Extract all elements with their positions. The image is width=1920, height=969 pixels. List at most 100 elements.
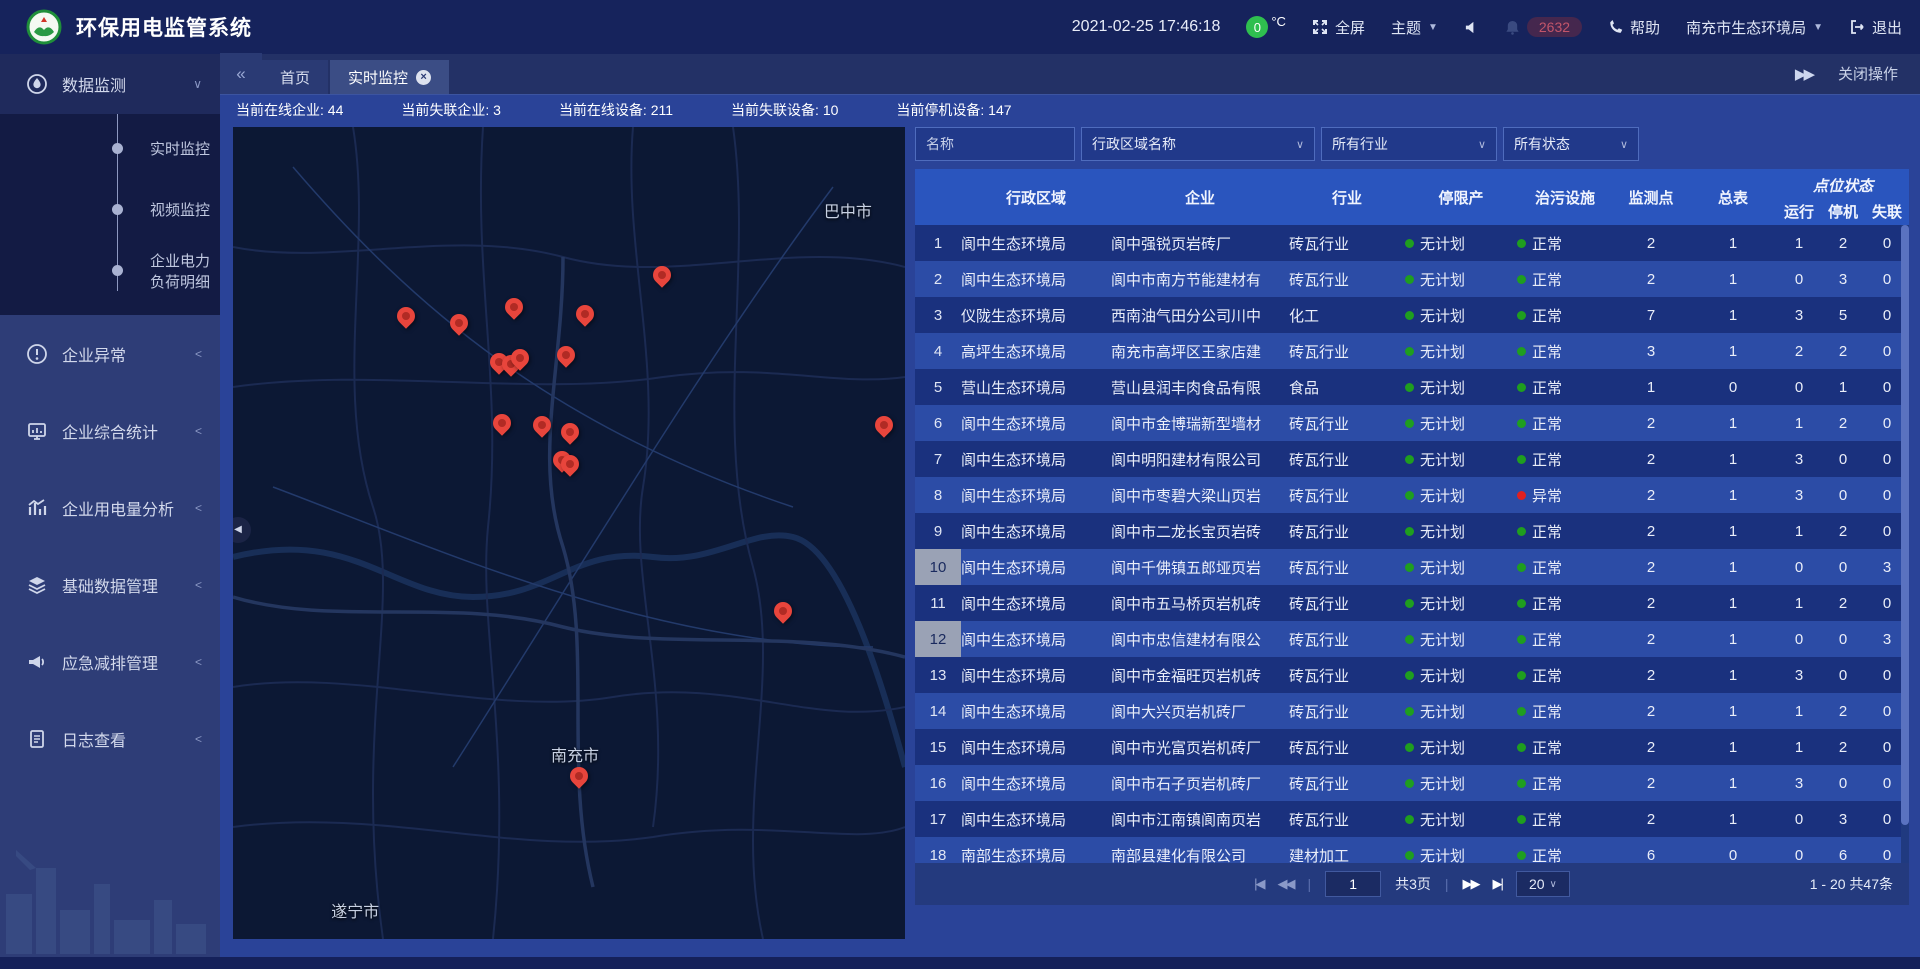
page-input[interactable] xyxy=(1325,871,1381,897)
cell-facility-status: 正常 xyxy=(1517,765,1613,801)
table-row[interactable]: 14阆中生态环境局阆中大兴页岩机砖厂砖瓦行业无计划正常21120 xyxy=(915,693,1909,729)
help-button[interactable]: 帮助 xyxy=(1608,17,1660,38)
notifications-button[interactable]: 2632 xyxy=(1505,17,1582,37)
cell-company: 阆中市忠信建材有限公 xyxy=(1111,621,1289,657)
prev-page-icon[interactable]: ◀◀ xyxy=(1277,876,1293,892)
fullscreen-button[interactable]: 全屏 xyxy=(1312,17,1365,38)
tabs-scroll-right-icon[interactable]: ▶▶ xyxy=(1795,65,1812,83)
cell-industry: 砖瓦行业 xyxy=(1289,405,1405,441)
cell-run-count: 1 xyxy=(1777,225,1821,261)
table-row[interactable]: 3仪陇生态环境局西南油气田分公司川中化工无计划正常71350 xyxy=(915,297,1909,333)
theme-label: 主题 xyxy=(1391,17,1421,38)
fullscreen-icon xyxy=(1312,19,1328,35)
sidebar-subitem-2[interactable]: 企业电力负荷明细 xyxy=(0,240,220,301)
cell-industry: 砖瓦行业 xyxy=(1289,693,1405,729)
cell-run-count: 2 xyxy=(1777,333,1821,369)
table-row[interactable]: 18南部生态环境局南部县建化有限公司建材加工无计划正常60060 xyxy=(915,837,1909,863)
table-row[interactable]: 4高坪生态环境局南充市高坪区王家店建砖瓦行业无计划正常31220 xyxy=(915,333,1909,369)
cell-run-count: 0 xyxy=(1777,261,1821,297)
sidebar-item-3[interactable]: 企业用电量分析 < xyxy=(0,469,220,546)
sidebar-item-2[interactable]: 企业综合统计< xyxy=(0,392,220,469)
sidebar-group-expanded: 数据监测∨实时监控视频监控企业电力负荷明细 xyxy=(0,54,220,315)
sidebar-item-4[interactable]: 基础数据管理< xyxy=(0,546,220,623)
cell-facility-status: 正常 xyxy=(1517,657,1613,693)
cell-region: 阆中生态环境局 xyxy=(961,585,1111,621)
cell-stop-status: 无计划 xyxy=(1405,225,1517,261)
region-filter-select[interactable]: 行政区域名称 ∨ xyxy=(1081,127,1315,161)
sidebar-subitem-0[interactable]: 实时监控 xyxy=(0,118,220,179)
cell-facility-status: 正常 xyxy=(1517,549,1613,585)
facility-status-label: 正常 xyxy=(1532,449,1562,470)
table-row[interactable]: 7阆中生态环境局阆中明阳建材有限公司砖瓦行业无计划正常21300 xyxy=(915,441,1909,477)
table-row[interactable]: 10阆中生态环境局阆中千佛镇五郎垭页岩砖瓦行业无计划正常21003 xyxy=(915,549,1909,585)
sound-toggle-button[interactable] xyxy=(1464,20,1479,35)
stats-window-icon xyxy=(26,420,48,442)
cell-stopped-count: 1 xyxy=(1821,369,1865,405)
cell-stopped-count: 6 xyxy=(1821,837,1865,863)
name-filter-input[interactable] xyxy=(915,127,1075,161)
sidebar-item-5[interactable]: 应急减排管理< xyxy=(0,623,220,700)
table-row[interactable]: 12阆中生态环境局阆中市忠信建材有限公砖瓦行业无计划正常21003 xyxy=(915,621,1909,657)
next-page-icon[interactable]: ▶▶ xyxy=(1463,876,1479,892)
table-row[interactable]: 8阆中生态环境局阆中市枣碧大梁山页岩砖瓦行业无计划异常21300 xyxy=(915,477,1909,513)
table-row[interactable]: 13阆中生态环境局阆中市金福旺页岩机砖砖瓦行业无计划正常21300 xyxy=(915,657,1909,693)
table-row[interactable]: 15阆中生态环境局阆中市光富页岩机砖厂砖瓦行业无计划正常21120 xyxy=(915,729,1909,765)
table-body: 1阆中生态环境局阆中强锐页岩砖厂砖瓦行业无计划正常211202阆中生态环境局阆中… xyxy=(915,225,1909,863)
cell-index: 12 xyxy=(915,621,961,657)
table-row[interactable]: 9阆中生态环境局阆中市二龙长宝页岩砖砖瓦行业无计划正常21120 xyxy=(915,513,1909,549)
chevron-down-icon: ▼ xyxy=(1813,22,1823,33)
last-page-icon[interactable]: ▶| xyxy=(1493,876,1502,892)
cell-company: 阆中市江南镇阆南页岩 xyxy=(1111,801,1289,837)
cell-stop-status: 无计划 xyxy=(1405,729,1517,765)
table-row[interactable]: 5营山生态环境局营山县润丰肉食品有限食品无计划正常10010 xyxy=(915,369,1909,405)
first-page-icon[interactable]: |◀ xyxy=(1254,876,1263,892)
cell-region: 阆中生态环境局 xyxy=(961,441,1111,477)
table-row[interactable]: 1阆中生态环境局阆中强锐页岩砖厂砖瓦行业无计划正常21120 xyxy=(915,225,1909,261)
cell-index: 5 xyxy=(915,369,961,405)
scrollbar-thumb[interactable] xyxy=(1901,225,1909,825)
org-dropdown[interactable]: 南充市生态环境局 ▼ xyxy=(1686,17,1823,38)
close-operations-button[interactable]: 关闭操作 xyxy=(1838,63,1898,84)
logout-button[interactable]: 退出 xyxy=(1849,17,1902,38)
cell-monitor-count: 2 xyxy=(1613,261,1689,297)
cell-stopped-count: 2 xyxy=(1821,693,1865,729)
table-row[interactable]: 2阆中生态环境局阆中市南方节能建材有砖瓦行业无计划正常21030 xyxy=(915,261,1909,297)
status-dot-green-icon xyxy=(1405,527,1414,536)
table-row[interactable]: 11阆中生态环境局阆中市五马桥页岩机砖砖瓦行业无计划正常21120 xyxy=(915,585,1909,621)
status-dot-green-icon xyxy=(1405,779,1414,788)
close-icon[interactable]: × xyxy=(416,70,431,85)
sidebar-item-6[interactable]: 日志查看< xyxy=(0,700,220,777)
sidebar-item-0[interactable]: 数据监测∨ xyxy=(0,54,220,114)
cell-facility-status: 正常 xyxy=(1517,225,1613,261)
cell-index: 6 xyxy=(915,405,961,441)
map-panel[interactable]: ◀ 巴中市南充市遂宁市 xyxy=(233,127,905,939)
table-row[interactable]: 17阆中生态环境局阆中市江南镇阆南页岩砖瓦行业无计划正常21030 xyxy=(915,801,1909,837)
cell-stop-status: 无计划 xyxy=(1405,441,1517,477)
chevron-down-icon: ▼ xyxy=(1428,22,1438,33)
industry-filter-select[interactable]: 所有行业 ∨ xyxy=(1321,127,1497,161)
status-dot-green-icon xyxy=(1517,347,1526,356)
table-row[interactable]: 16阆中生态环境局阆中市石子页岩机砖厂砖瓦行业无计划正常21300 xyxy=(915,765,1909,801)
page-size-select[interactable]: 20 ∨ xyxy=(1516,871,1570,897)
status-dot-green-icon xyxy=(1517,743,1526,752)
theme-dropdown[interactable]: 主题 ▼ xyxy=(1391,17,1438,38)
sidebar-item-1[interactable]: 企业异常< xyxy=(0,315,220,392)
chevron-down-icon: ∨ xyxy=(1550,879,1557,890)
status-dot-green-icon xyxy=(1405,383,1414,392)
table-row[interactable]: 6阆中生态环境局阆中市金博瑞新型墙材砖瓦行业无计划正常21120 xyxy=(915,405,1909,441)
tab-1[interactable]: 实时监控× xyxy=(330,60,449,94)
timeline-dot-icon xyxy=(112,143,123,154)
city-label: 遂宁市 xyxy=(331,898,379,922)
stat-item-4: 当前停机设备: 147 xyxy=(896,100,1011,120)
status-filter-select[interactable]: 所有状态 ∨ xyxy=(1503,127,1639,161)
sidebar-item-label: 企业用电量分析 xyxy=(62,496,174,520)
cell-index: 2 xyxy=(915,261,961,297)
tabs-scroll-left-button[interactable]: « xyxy=(220,53,262,94)
table-panel: 行政区域名称 ∨ 所有行业 ∨ 所有状态 ∨ xyxy=(915,127,1909,939)
cell-company: 阆中千佛镇五郎垭页岩 xyxy=(1111,549,1289,585)
cell-meter-count: 1 xyxy=(1689,765,1777,801)
tab-0[interactable]: 首页 xyxy=(262,60,328,94)
chevron-left-icon: < xyxy=(195,501,202,515)
sidebar-subitem-1[interactable]: 视频监控 xyxy=(0,179,220,240)
stop-status-label: 无计划 xyxy=(1420,593,1465,614)
